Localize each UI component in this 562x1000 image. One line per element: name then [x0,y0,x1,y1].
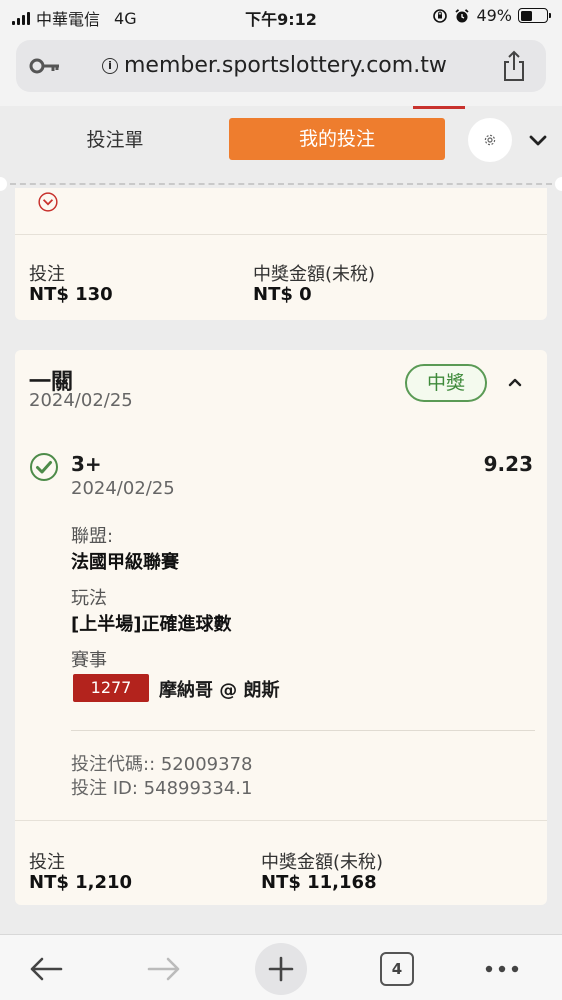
more-button[interactable] [482,949,522,989]
tabs-button[interactable]: 4 [377,949,417,989]
stake-value: NT$ 1,210 [29,872,133,893]
bet-code: 投注代碼:: 52009378 [71,754,253,775]
forward-button[interactable] [144,949,184,989]
address-bar[interactable]: i member.sportslottery.com.tw [16,40,546,92]
league-value: 法國甲級聯賽 [71,552,179,573]
bet-card: 一關 2024/02/25 中獎 3+ 9.23 2024/02/25 聯盟: … [15,350,547,905]
url-text[interactable]: member.sportslottery.com.tw [124,53,447,78]
tab-count: 4 [380,952,414,986]
key-icon[interactable] [28,53,62,79]
status-bar: 中華電信 4G 下午9:12 49% [0,0,562,34]
share-icon[interactable] [500,50,528,82]
betslip-header: 投注單 我的投注 [0,106,562,172]
stake-label: 投注 [29,264,65,285]
stake-value: NT$ 130 [29,284,113,305]
back-button[interactable] [26,949,66,989]
event-name: 摩納哥 @ 朗斯 [159,680,280,701]
check-icon [30,453,58,481]
lost-icon [38,192,58,212]
selection-odds: 9.23 [483,452,533,476]
rotation-lock-icon [433,8,448,23]
selection-name: 3+ [71,452,102,476]
bet-card-previous: 投注 NT$ 130 中獎金額(未稅) NT$ 0 [15,188,547,320]
info-icon[interactable]: i [102,57,118,74]
market-label: 玩法 [71,588,107,609]
browser-bottom-toolbar: 4 [0,934,562,1000]
plus-icon [268,956,294,982]
league-label: 聯盟: [71,526,114,547]
battery-percent: 49% [476,6,512,25]
settings-button[interactable] [468,118,512,162]
event-label: 賽事 [71,650,107,671]
selection-date: 2024/02/25 [71,478,175,499]
new-tab-button[interactable] [255,943,307,995]
payout-value: NT$ 11,168 [261,872,377,893]
market-value: [上半場]正確進球數 [71,614,232,635]
stake-label: 投注 [29,852,65,873]
status-badge: 中獎 [405,364,487,402]
event-code-badge: 1277 [73,674,149,702]
payout-value: NT$ 0 [253,284,312,305]
arrow-left-icon [30,957,63,981]
browser-toolbar: i member.sportslottery.com.tw [0,34,562,106]
alarm-icon [455,8,470,22]
tab-my-bets[interactable]: 我的投注 [229,118,445,160]
battery-icon [518,8,551,23]
payout-label: 中獎金額(未稅) [253,264,376,285]
chevron-down-icon[interactable] [526,128,550,152]
gear-icon [484,134,496,146]
dashed-separator [0,177,562,191]
arrow-right-icon [147,957,180,981]
chevron-up-icon[interactable] [505,372,525,392]
payout-label: 中獎金額(未稅) [261,852,384,873]
bet-date: 2024/02/25 [29,390,133,411]
bet-id: 投注 ID: 54899334.1 [71,778,253,799]
tab-betslip[interactable]: 投注單 [40,122,190,158]
more-icon [485,965,519,973]
tab-indicator [413,106,465,109]
divider [71,730,535,731]
